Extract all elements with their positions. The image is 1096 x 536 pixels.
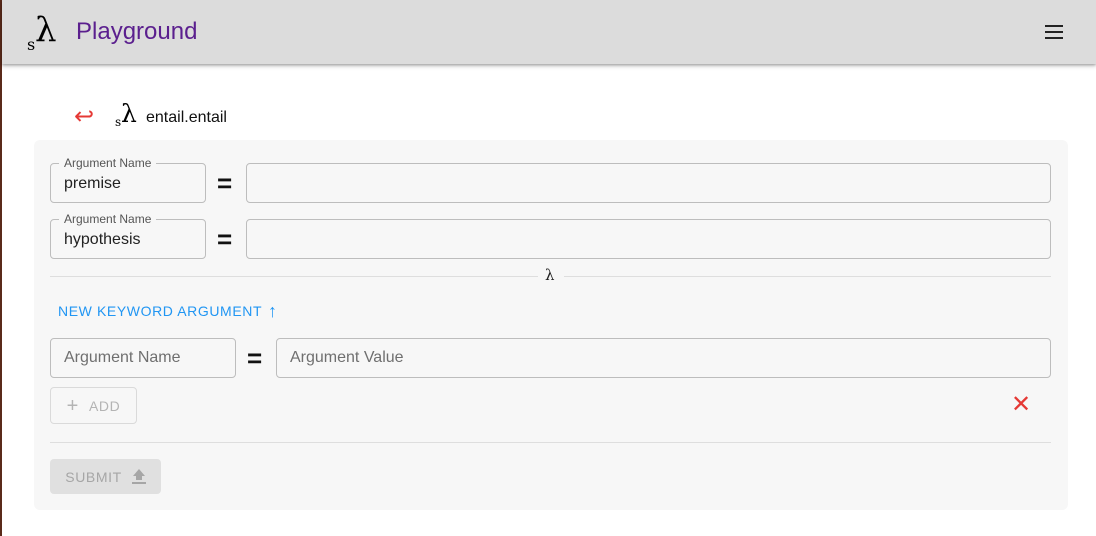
return-arrow-icon[interactable]: ↩ — [74, 104, 100, 130]
submit-button-label: SUBMIT — [65, 468, 122, 485]
app-title: Playground — [76, 18, 198, 45]
argument-value-input[interactable] — [246, 219, 1051, 259]
arrow-upward-icon[interactable]: ↑ — [268, 301, 277, 322]
divider-right — [564, 276, 1051, 277]
argument-name-value: premise — [64, 175, 121, 192]
breadcrumb-path: entail.entail — [146, 109, 227, 126]
argument-name-legend: Argument Name — [59, 156, 157, 170]
plus-icon: + — [66, 394, 79, 417]
equals-sign: = — [217, 168, 233, 198]
menu-icon[interactable] — [1042, 20, 1066, 44]
close-icon[interactable]: ✕ — [1011, 393, 1031, 417]
breadcrumb-logo-lambda: λ — [121, 99, 137, 128]
argument-value-input[interactable] — [246, 163, 1051, 203]
new-argument-value-placeholder: Argument Value — [290, 349, 404, 366]
argument-name-legend: Argument Name — [59, 212, 157, 226]
argument-name-field[interactable]: Argument Name hypothesis — [50, 212, 206, 259]
argument-name-value: hypothesis — [64, 231, 141, 248]
add-button-label: ADD — [88, 397, 121, 414]
new-argument-name-input[interactable]: Argument Name — [50, 338, 236, 378]
submit-button[interactable]: SUBMIT — [50, 459, 161, 494]
app-logo[interactable]: s λ — [24, 10, 64, 54]
breadcrumb-logo: s λ — [114, 99, 142, 131]
divider-left — [50, 276, 538, 277]
new-argument-name-placeholder: Argument Name — [64, 349, 181, 366]
new-keyword-argument-button[interactable]: NEW KEYWORD ARGUMENT — [58, 303, 262, 319]
add-button[interactable]: + ADD — [50, 387, 137, 424]
equals-sign: = — [247, 343, 263, 373]
app-bar: s λ Playground — [2, 0, 1096, 64]
window-edge — [0, 0, 2, 536]
lambda-divider-symbol: λ — [545, 266, 555, 284]
equals-sign: = — [217, 224, 233, 254]
new-argument-value-input[interactable]: Argument Value — [276, 338, 1051, 378]
argument-name-field[interactable]: Argument Name premise — [50, 156, 206, 203]
upload-icon — [131, 468, 146, 485]
logo-lambda: λ — [35, 10, 57, 50]
submit-divider — [50, 442, 1051, 443]
logo-subscript: s — [27, 35, 36, 54]
